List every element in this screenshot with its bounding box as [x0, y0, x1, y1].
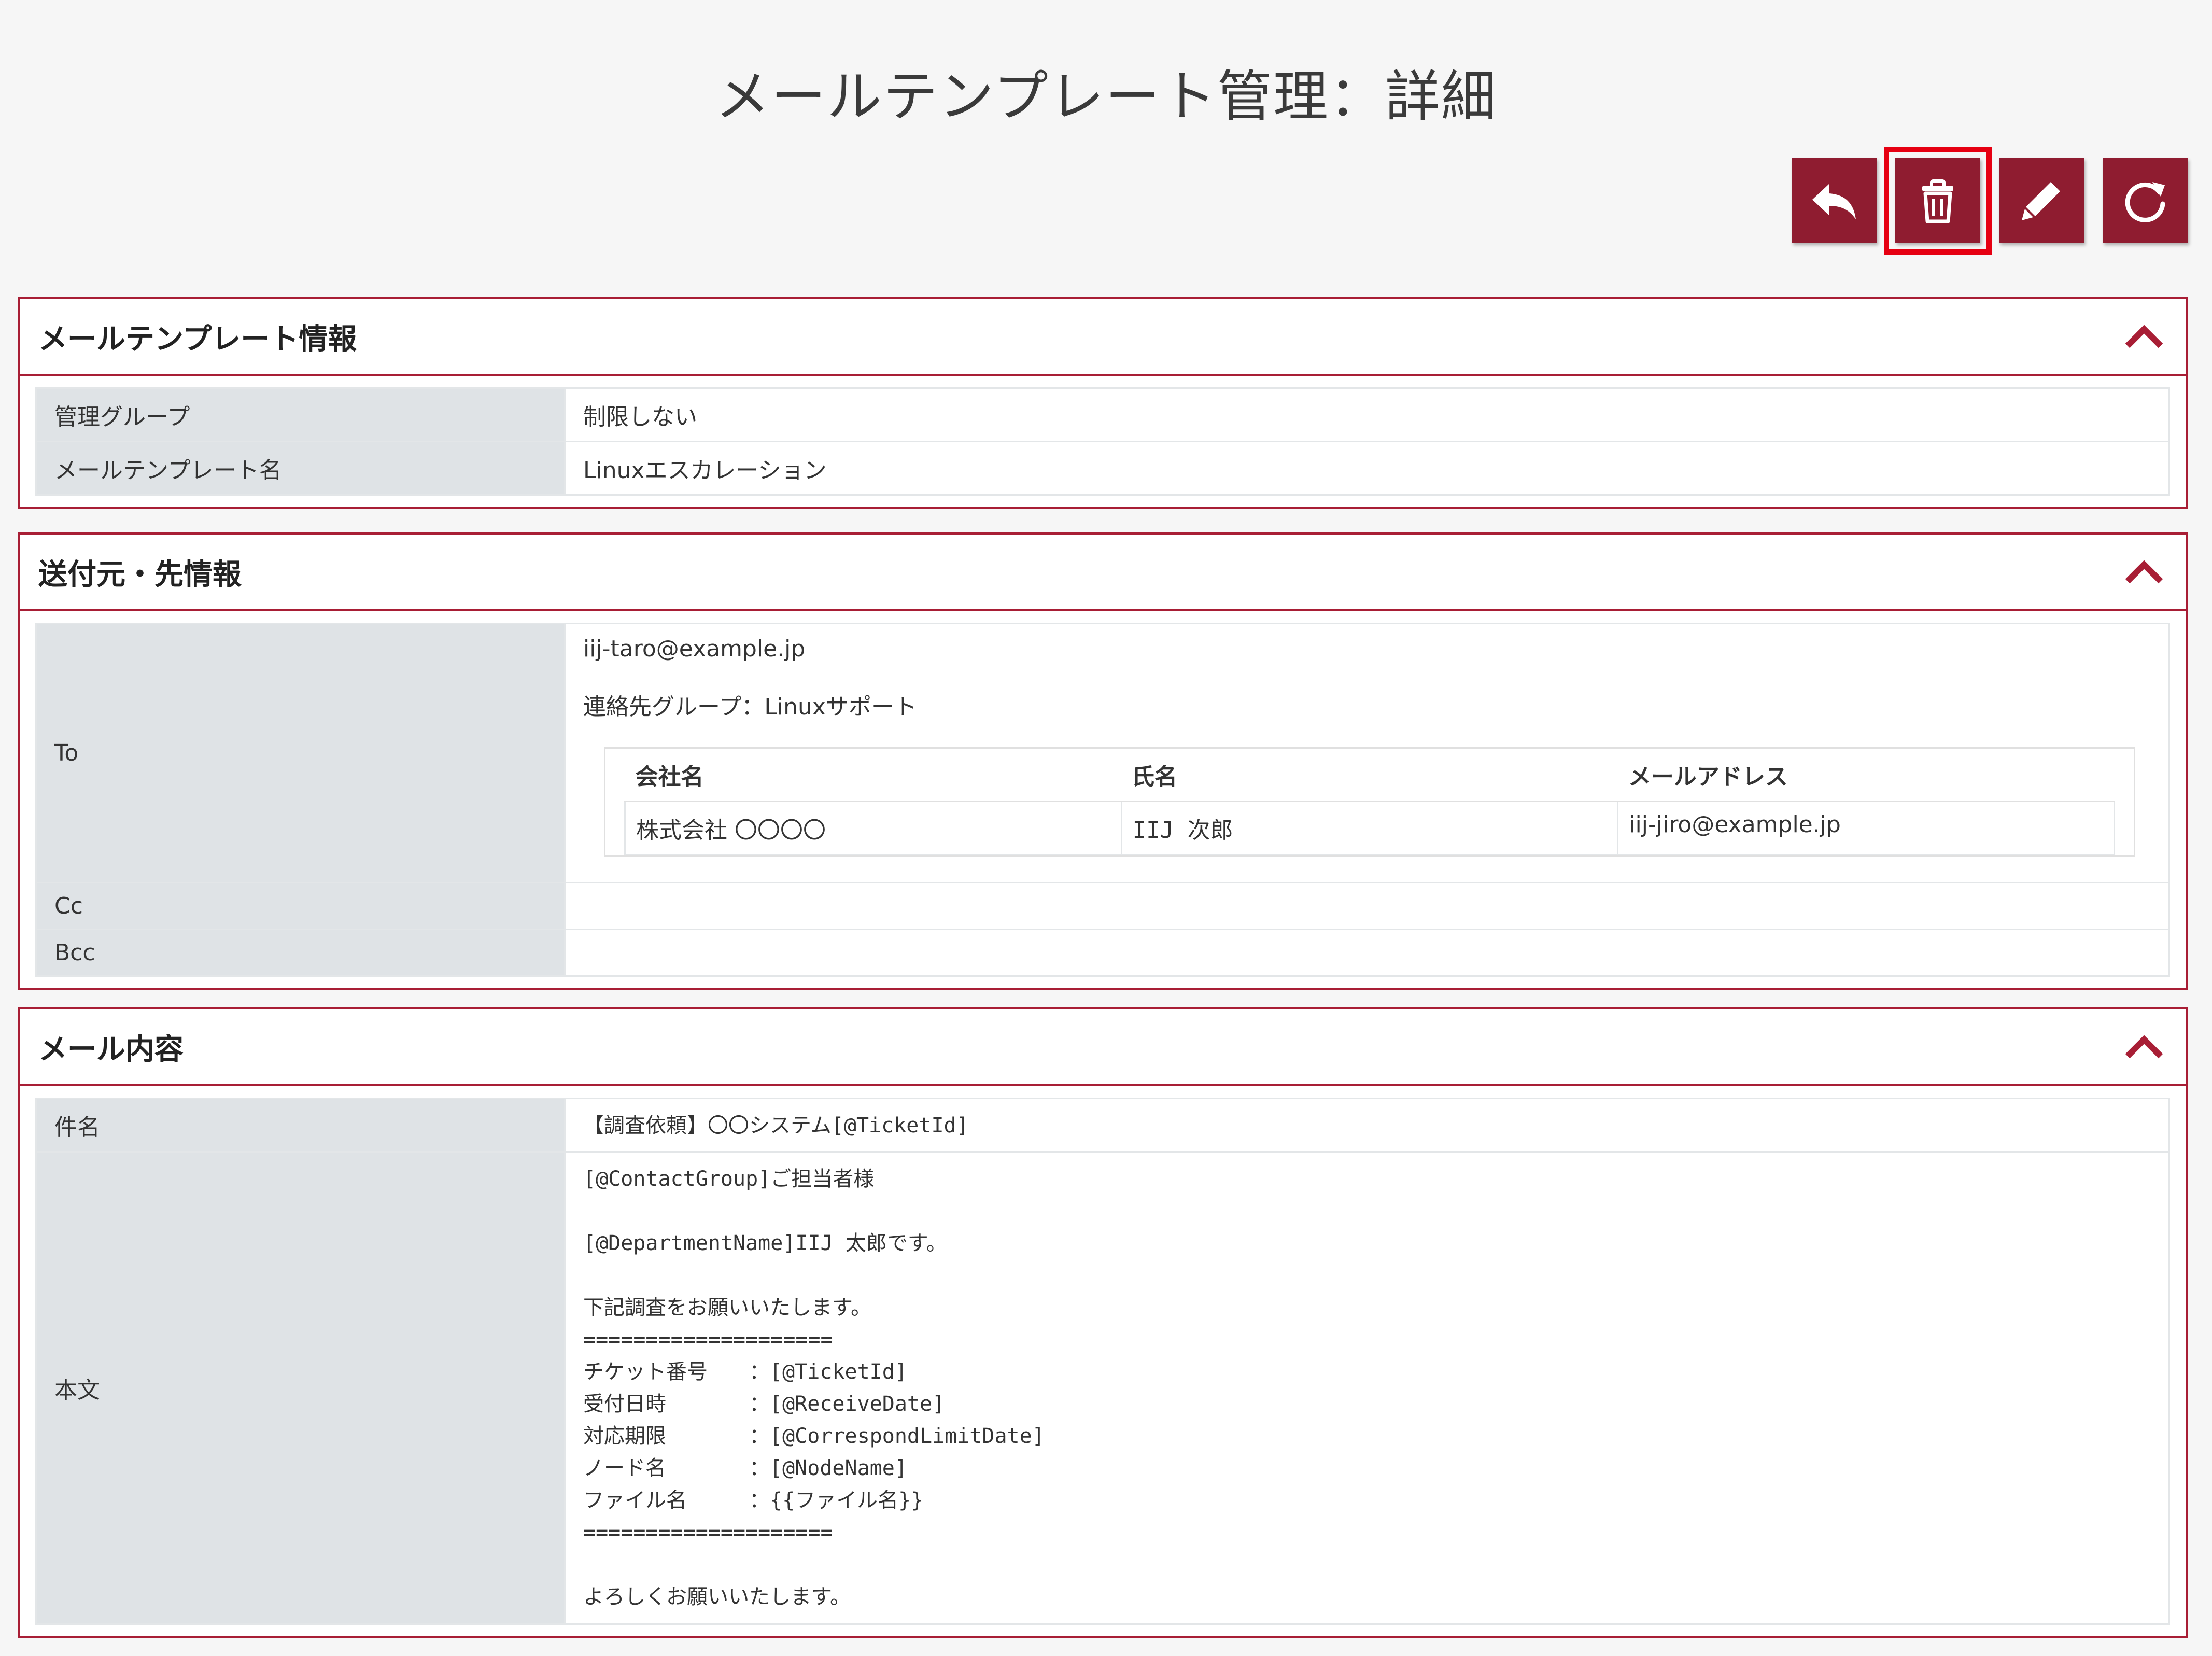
table-row: Bcc [35, 929, 2170, 977]
table-row: 件名 【調査依頼】〇〇システム[@TicketId] [35, 1098, 2170, 1153]
table-row: To iij-taro@example.jp 連絡先グループ：Linuxサポート… [35, 623, 2170, 883]
field-value: Linuxエスカレーション [564, 441, 2170, 496]
name-cell: IIJ 次郎 [1120, 801, 1619, 855]
bcc-value [564, 929, 2170, 977]
table-row: Cc [35, 882, 2170, 930]
body-label: 本文 [35, 1151, 566, 1625]
to-email: iij-taro@example.jp [583, 636, 806, 662]
chevron-up-icon[interactable] [2123, 1031, 2165, 1062]
trash-icon [1922, 179, 1953, 223]
field-value: 制限しない [564, 387, 2170, 442]
column-header: 氏名 [1121, 749, 1618, 802]
email-cell: iij-jiro@example.jp [1617, 801, 2115, 855]
toolbar [1792, 147, 2188, 255]
mail-body: [@ContactGroup]ご担当者様 [@DepartmentName]II… [583, 1167, 1045, 1609]
section-title: メールテンプレート情報 [38, 322, 357, 356]
chevron-up-icon[interactable] [2123, 321, 2165, 352]
page-title: メールテンプレート管理：詳細 [715, 65, 1497, 129]
back-button[interactable] [1792, 158, 1877, 243]
cc-value [564, 882, 2170, 930]
mail-content-section: メール内容 件名 【調査依頼】〇〇システム[@TicketId] 本文 [@Co… [18, 1007, 2188, 1638]
company-cell: 株式会社 〇〇〇〇 [624, 801, 1122, 855]
section-title: 送付元・先情報 [38, 557, 242, 592]
table-row: 管理グループ 制限しない [35, 387, 2170, 442]
refresh-icon [2125, 182, 2165, 222]
field-label: メールテンプレート名 [35, 441, 566, 496]
section-header[interactable]: メールテンプレート情報 [20, 299, 2186, 376]
edit-button[interactable] [1999, 158, 2084, 243]
delete-button[interactable] [1884, 147, 1992, 255]
field-label: 管理グループ [35, 387, 566, 442]
subject-value: 【調査依頼】〇〇システム[@TicketId] [564, 1098, 2170, 1153]
template-info-section: メールテンプレート情報 管理グループ 制限しない メールテンプレート名 Linu… [18, 297, 2188, 509]
column-header: 会社名 [625, 749, 1122, 802]
table-row: 本文 [@ContactGroup]ご担当者様 [@DepartmentName… [35, 1151, 2170, 1625]
to-label: To [35, 623, 566, 883]
contact-group-line: 連絡先グループ：Linuxサポート [583, 694, 917, 720]
contact-group-table: 会社名 氏名 メールアドレス 株式会社 〇〇〇〇 IIJ 次郎 iij-jiro… [604, 747, 2135, 857]
subject-label: 件名 [35, 1098, 566, 1153]
recipients-section: 送付元・先情報 To iij-taro@example.jp 連絡先グループ：L… [18, 532, 2188, 990]
pencil-icon [2022, 182, 2060, 220]
section-header[interactable]: 送付元・先情報 [20, 535, 2186, 611]
refresh-button[interactable] [2103, 158, 2188, 243]
section-title: メール内容 [38, 1032, 184, 1066]
chevron-up-icon[interactable] [2123, 556, 2165, 587]
bcc-label: Bcc [35, 929, 566, 977]
cc-label: Cc [35, 882, 566, 930]
back-arrow-icon [1812, 184, 1856, 219]
table-row: 株式会社 〇〇〇〇 IIJ 次郎 iij-jiro@example.jp [624, 801, 2115, 855]
column-header: メールアドレス [1617, 749, 2115, 802]
table-row: メールテンプレート名 Linuxエスカレーション [35, 441, 2170, 496]
section-header[interactable]: メール内容 [20, 1009, 2186, 1086]
